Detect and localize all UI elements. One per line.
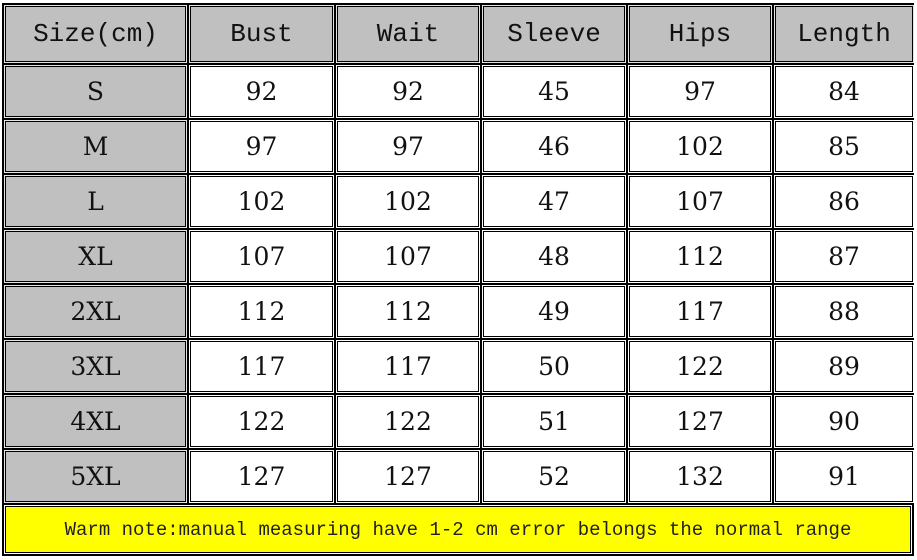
measurement-cell-hips: 102 bbox=[628, 120, 772, 173]
measurement-cell-waist: 102 bbox=[336, 175, 480, 228]
size-label-cell: 4XL bbox=[4, 395, 187, 448]
size-chart-grid: Size(cm) Bust Wait Sleeve Hips Length S9… bbox=[4, 5, 914, 503]
measurement-cell-sleeve: 48 bbox=[482, 230, 626, 283]
header-length: Length bbox=[774, 5, 914, 63]
measurement-cell-length: 88 bbox=[774, 285, 914, 338]
measurement-cell-bust: 97 bbox=[189, 120, 334, 173]
measurement-cell-waist: 97 bbox=[336, 120, 480, 173]
size-label-cell: XL bbox=[4, 230, 187, 283]
header-bust: Bust bbox=[189, 5, 334, 63]
measurement-cell-sleeve: 47 bbox=[482, 175, 626, 228]
measurement-cell-waist: 122 bbox=[336, 395, 480, 448]
size-label-cell: 2XL bbox=[4, 285, 187, 338]
measurement-cell-hips: 132 bbox=[628, 450, 772, 503]
measurement-cell-bust: 92 bbox=[189, 65, 334, 118]
measurement-cell-sleeve: 45 bbox=[482, 65, 626, 118]
header-waist: Wait bbox=[336, 5, 480, 63]
measurement-cell-waist: 107 bbox=[336, 230, 480, 283]
measurement-cell-hips: 117 bbox=[628, 285, 772, 338]
measurement-cell-bust: 122 bbox=[189, 395, 334, 448]
measurement-cell-sleeve: 50 bbox=[482, 340, 626, 393]
measurement-cell-length: 84 bbox=[774, 65, 914, 118]
measurement-cell-length: 87 bbox=[774, 230, 914, 283]
measurement-cell-hips: 127 bbox=[628, 395, 772, 448]
header-sleeve: Sleeve bbox=[482, 5, 626, 63]
measurement-cell-length: 90 bbox=[774, 395, 914, 448]
measurement-cell-waist: 92 bbox=[336, 65, 480, 118]
measurement-cell-bust: 107 bbox=[189, 230, 334, 283]
measurement-cell-length: 86 bbox=[774, 175, 914, 228]
measurement-cell-waist: 112 bbox=[336, 285, 480, 338]
header-hips: Hips bbox=[628, 5, 772, 63]
measurement-cell-hips: 122 bbox=[628, 340, 772, 393]
measurement-cell-bust: 102 bbox=[189, 175, 334, 228]
measurement-cell-bust: 112 bbox=[189, 285, 334, 338]
measurement-cell-length: 85 bbox=[774, 120, 914, 173]
measurement-cell-hips: 107 bbox=[628, 175, 772, 228]
measurement-cell-sleeve: 51 bbox=[482, 395, 626, 448]
measurement-cell-sleeve: 52 bbox=[482, 450, 626, 503]
measurement-cell-bust: 117 bbox=[189, 340, 334, 393]
size-label-cell: 3XL bbox=[4, 340, 187, 393]
size-chart-table: Size(cm) Bust Wait Sleeve Hips Length S9… bbox=[2, 3, 914, 556]
header-size: Size(cm) bbox=[4, 5, 187, 63]
measurement-cell-hips: 112 bbox=[628, 230, 772, 283]
size-label-cell: M bbox=[4, 120, 187, 173]
warm-note: Warm note:manual measuring have 1-2 cm e… bbox=[4, 505, 912, 554]
measurement-cell-sleeve: 46 bbox=[482, 120, 626, 173]
size-label-cell: 5XL bbox=[4, 450, 187, 503]
measurement-cell-sleeve: 49 bbox=[482, 285, 626, 338]
size-label-cell: S bbox=[4, 65, 187, 118]
measurement-cell-length: 89 bbox=[774, 340, 914, 393]
measurement-cell-bust: 127 bbox=[189, 450, 334, 503]
size-label-cell: L bbox=[4, 175, 187, 228]
measurement-cell-hips: 97 bbox=[628, 65, 772, 118]
measurement-cell-waist: 127 bbox=[336, 450, 480, 503]
measurement-cell-waist: 117 bbox=[336, 340, 480, 393]
measurement-cell-length: 91 bbox=[774, 450, 914, 503]
